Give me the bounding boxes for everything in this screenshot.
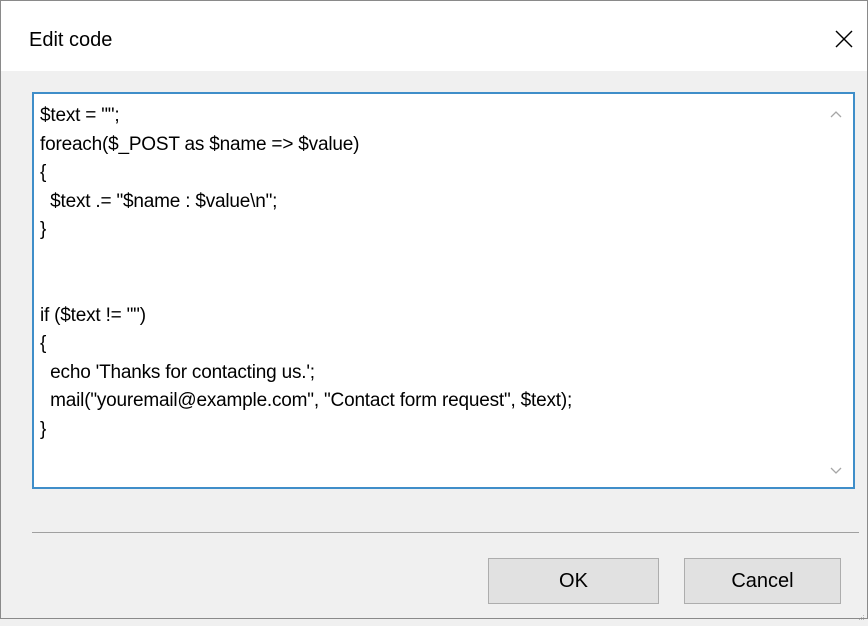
cancel-button[interactable]: Cancel [684,558,841,604]
resize-grip-icon[interactable] [857,608,865,620]
edit-code-dialog: Edit code $text = ""; foreach($_POST as … [0,0,868,620]
code-editor[interactable]: $text = ""; foreach($_POST as $name => $… [32,92,855,489]
chevron-up-icon[interactable] [829,108,843,120]
title-bar[interactable]: Edit code [1,1,867,71]
vertical-scrollbar[interactable] [819,94,853,487]
separator-line [32,532,859,533]
code-textarea[interactable]: $text = ""; foreach($_POST as $name => $… [40,102,813,483]
close-button[interactable] [821,19,867,59]
ok-button[interactable]: OK [488,558,659,604]
dialog-title: Edit code [29,29,113,51]
chevron-down-icon[interactable] [829,465,843,477]
close-icon [834,29,854,49]
